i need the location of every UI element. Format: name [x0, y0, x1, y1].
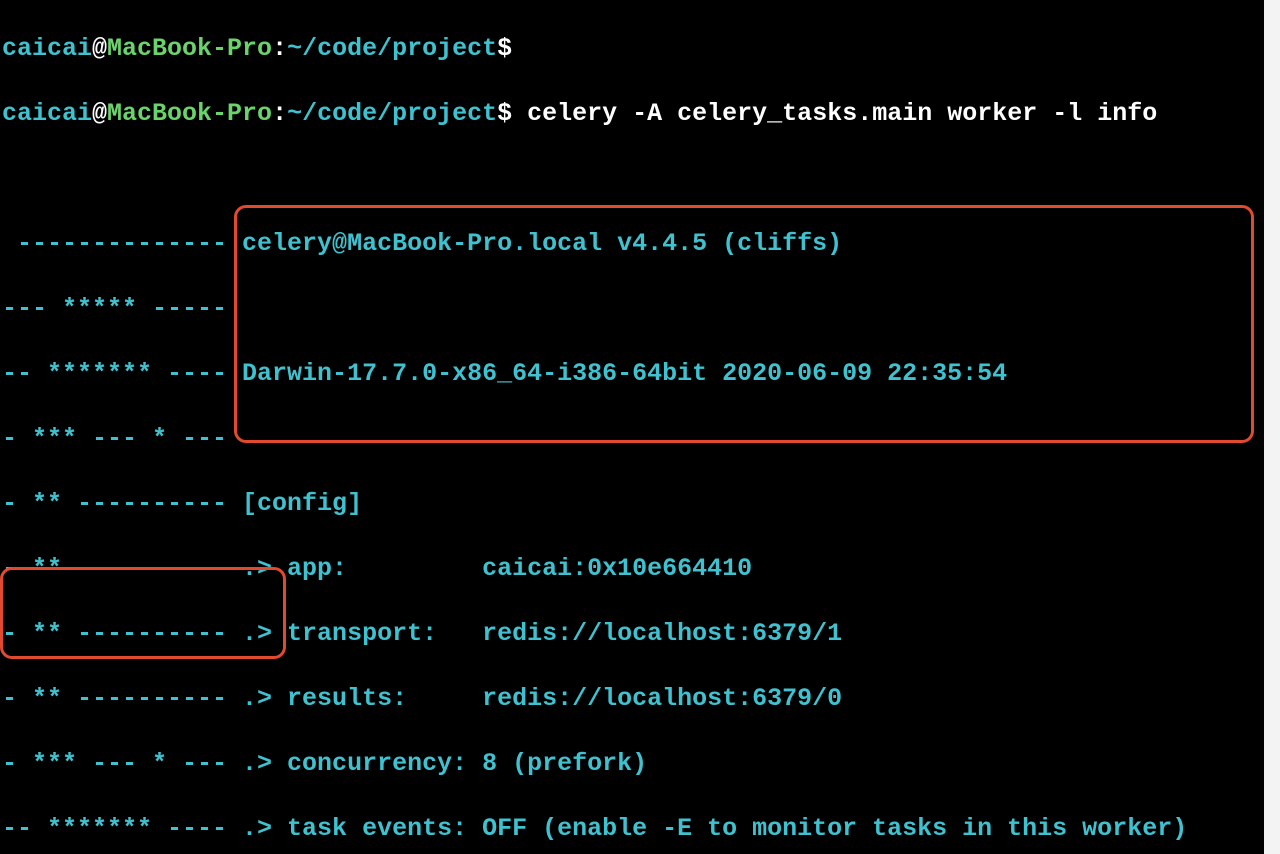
banner-line: - ** ---------- .> results: redis://loca…: [2, 683, 1278, 716]
banner-line: -------------- celery@MacBook-Pro.local …: [2, 228, 1278, 261]
config-concurrency: .> concurrency: 8 (prefork): [242, 749, 647, 778]
prompt-colon: :: [272, 99, 287, 128]
prompt-line-2: caicai@MacBook-Pro:~/code/project$ celer…: [2, 98, 1278, 131]
prompt-dollar: $: [497, 34, 512, 63]
prompt-user: caicai: [2, 99, 92, 128]
config-task-events: .> task events: OFF (enable -E to monito…: [242, 814, 1187, 843]
prompt-colon: :: [272, 34, 287, 63]
platform-info: Darwin-17.7.0-x86_64-i386-64bit 2020-06-…: [242, 359, 1007, 388]
prompt-path: ~/code/project: [287, 99, 497, 128]
ascii-art: -- ******* ----: [2, 359, 242, 388]
banner-line: - ** ---------- .> transport: redis://lo…: [2, 618, 1278, 651]
ascii-art: --------------: [2, 229, 242, 258]
ascii-art: - ** ----------: [2, 619, 242, 648]
prompt-host: MacBook-Pro: [107, 34, 272, 63]
blank-line: [2, 163, 1278, 196]
ascii-art: - *** --- * ---: [2, 749, 242, 778]
ascii-art: -- ******* ----: [2, 814, 242, 843]
ascii-art: - ** ----------: [2, 684, 242, 713]
config-results: .> results: redis://localhost:6379/0: [242, 684, 842, 713]
config-transport: .> transport: redis://localhost:6379/1: [242, 619, 842, 648]
prompt-at: @: [92, 34, 107, 63]
scrollbar-track[interactable]: [1264, 0, 1280, 854]
config-app: .> app: caicai:0x10e664410: [242, 554, 752, 583]
banner-line: -- ******* ---- Darwin-17.7.0-x86_64-i38…: [2, 358, 1278, 391]
prompt-line-1: caicai@MacBook-Pro:~/code/project$: [2, 33, 1278, 66]
banner-line: -- ******* ---- .> task events: OFF (ena…: [2, 813, 1278, 846]
banner-line: - *** --- * ---: [2, 423, 1278, 456]
prompt-user: caicai: [2, 34, 92, 63]
ascii-art: - ** ----------: [2, 489, 242, 518]
config-header: [config]: [242, 489, 362, 518]
command-text: celery -A celery_tasks.main worker -l in…: [512, 99, 1157, 128]
banner-line: --- ***** -----: [2, 293, 1278, 326]
prompt-path: ~/code/project: [287, 34, 497, 63]
banner-line: - ** ---------- [config]: [2, 488, 1278, 521]
prompt-at: @: [92, 99, 107, 128]
prompt-dollar: $: [497, 99, 512, 128]
celery-version: celery@MacBook-Pro.local v4.4.5 (cliffs): [242, 229, 842, 258]
banner-line: - ** ---------- .> app: caicai:0x10e6644…: [2, 553, 1278, 586]
banner-line: - *** --- * --- .> concurrency: 8 (prefo…: [2, 748, 1278, 781]
prompt-host: MacBook-Pro: [107, 99, 272, 128]
terminal-output[interactable]: caicai@MacBook-Pro:~/code/project$ caica…: [0, 0, 1280, 854]
ascii-art: - ** ----------: [2, 554, 242, 583]
